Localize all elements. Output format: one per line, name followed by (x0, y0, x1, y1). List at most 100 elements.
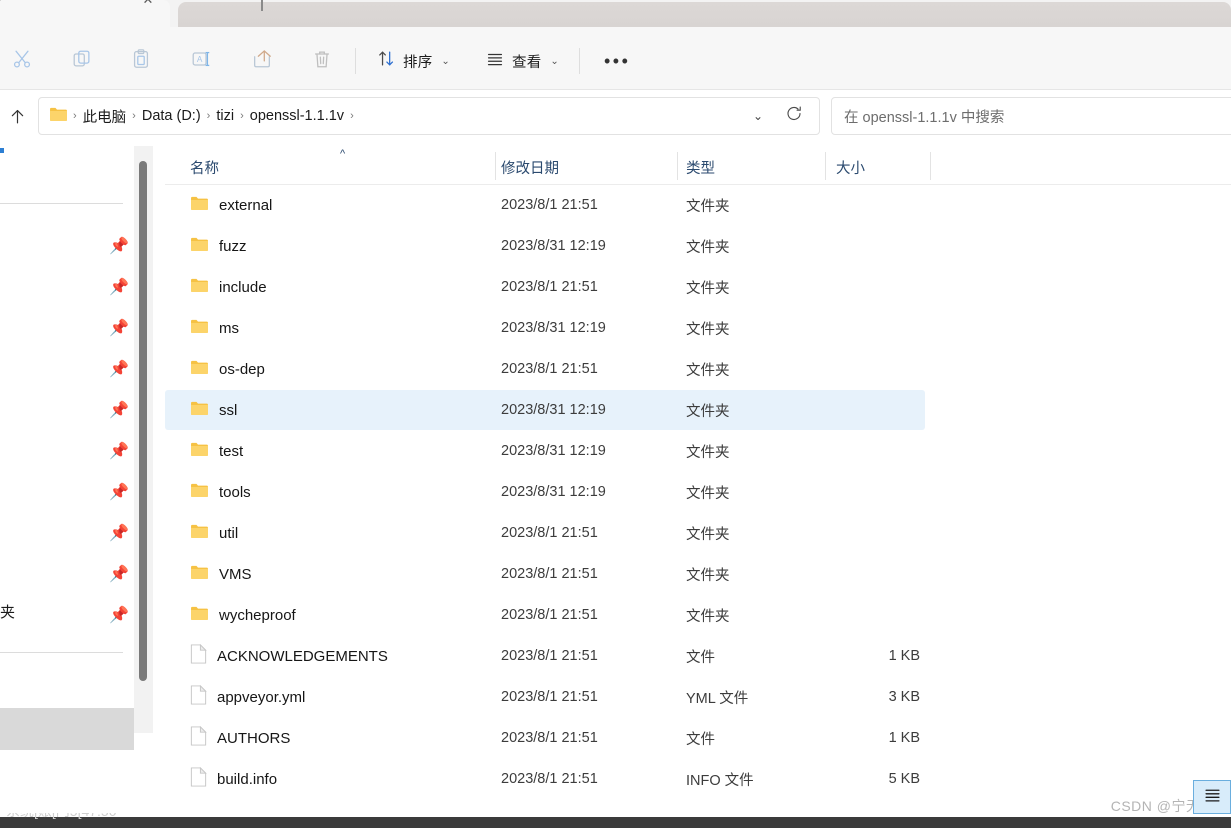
ellipsis-icon: ••• (604, 51, 631, 71)
breadcrumb-item-1[interactable]: Data (D:) (137, 106, 206, 126)
vertical-scrollbar[interactable] (134, 146, 153, 733)
corner-widget[interactable] (1193, 780, 1231, 814)
file-date: 2023/8/1 21:51 (501, 525, 598, 541)
navigation-pane: 📌 📌 📌 📌 📌 📌 📌 📌 📌 📌 夹 (0, 146, 134, 808)
column-header-size[interactable]: 大小 (836, 157, 865, 178)
folder-icon (190, 277, 209, 298)
file-type: 文件夹 (686, 321, 730, 338)
pin-icon[interactable]: 📌 (109, 236, 129, 256)
copy-button[interactable] (64, 45, 100, 77)
pin-icon[interactable]: 📌 (109, 318, 129, 338)
toolbar-divider-1 (355, 48, 356, 74)
file-date: 2023/8/31 12:19 (501, 443, 606, 459)
table-row[interactable]: test 2023/8/31 12:19 文件夹 (165, 431, 925, 471)
file-type: 文件夹 (686, 485, 730, 502)
column-header-type[interactable]: 类型 (686, 157, 715, 178)
file-type: INFO 文件 (686, 772, 754, 789)
chevron-down-icon: ⌄ (441, 55, 450, 67)
more-options-button[interactable]: ••• (597, 45, 637, 77)
folder-icon (190, 564, 209, 585)
folder-icon (190, 236, 209, 257)
pin-icon[interactable]: 📌 (109, 605, 129, 625)
sort-button[interactable]: 排序 ⌄ (370, 45, 457, 77)
column-header-date[interactable]: 修改日期 (501, 157, 559, 178)
table-row[interactable]: AUTHORS 2023/8/1 21:51 文件 1 KB (165, 718, 925, 758)
tab-item-1[interactable] (178, 0, 1231, 27)
tab-item-0[interactable]: v ✕ (0, 0, 170, 27)
table-row[interactable]: ACKNOWLEDGEMENTS 2023/8/1 21:51 文件 1 KB (165, 636, 925, 676)
table-row[interactable]: include 2023/8/1 21:51 文件夹 (165, 267, 925, 307)
table-row[interactable]: os-dep 2023/8/1 21:51 文件夹 (165, 349, 925, 389)
column-divider[interactable] (677, 152, 678, 180)
table-row[interactable]: ssl 2023/8/31 12:19 文件夹 (165, 390, 925, 430)
pin-icon[interactable]: 📌 (109, 277, 129, 297)
address-bar[interactable]: › 此电脑 › Data (D:) › tizi › openssl-1.1.1… (38, 97, 820, 135)
cut-button[interactable] (4, 45, 40, 77)
file-type: 文件夹 (686, 526, 730, 543)
column-divider[interactable] (930, 152, 931, 180)
file-name: VMS (219, 565, 252, 583)
file-name-cell: build.info (190, 766, 278, 792)
sort-arrows-icon (377, 49, 396, 73)
table-row[interactable]: wycheproof 2023/8/1 21:51 文件夹 (165, 595, 925, 635)
pin-icon[interactable]: 📌 (109, 564, 129, 584)
file-date: 2023/8/1 21:51 (501, 689, 598, 705)
file-size: 5 KB (888, 771, 920, 787)
pin-icon[interactable]: 📌 (109, 359, 129, 379)
file-type: 文件夹 (686, 280, 730, 297)
pin-icon[interactable]: 📌 (109, 400, 129, 420)
file-date: 2023/8/1 21:51 (501, 279, 598, 295)
scrollbar-thumb[interactable] (139, 161, 147, 681)
refresh-icon[interactable] (785, 105, 803, 128)
search-input[interactable]: 在 openssl-1.1.1v 中搜索 (831, 97, 1231, 135)
pin-icon[interactable]: 📌 (109, 482, 129, 502)
table-row[interactable]: build.info 2023/8/1 21:51 INFO 文件 5 KB (165, 759, 925, 799)
rename-icon: A (190, 48, 212, 75)
file-list-pane: 名称 ^ 修改日期 类型 大小 external 2023/8/1 21:51 … (165, 146, 1231, 808)
breadcrumb-item-0[interactable]: 此电脑 (78, 104, 132, 129)
paste-button[interactable] (123, 45, 159, 77)
column-divider[interactable] (495, 152, 496, 180)
table-row[interactable]: util 2023/8/1 21:51 文件夹 (165, 513, 925, 553)
table-row[interactable]: VMS 2023/8/1 21:51 文件夹 (165, 554, 925, 594)
rename-button[interactable]: A (183, 45, 219, 77)
pin-icon[interactable]: 📌 (109, 523, 129, 543)
file-name: ACKNOWLEDGEMENTS (217, 647, 388, 665)
close-icon[interactable]: ✕ (140, 0, 156, 8)
file-type: 文件夹 (686, 198, 730, 215)
column-divider[interactable] (825, 152, 826, 180)
file-name: AUTHORS (217, 729, 291, 747)
file-size: 1 KB (888, 648, 920, 664)
file-name: build.info (217, 770, 278, 788)
file-name: ssl (219, 401, 238, 419)
file-name: ms (219, 319, 239, 337)
file-date: 2023/8/31 12:19 (501, 320, 606, 336)
table-row[interactable]: fuzz 2023/8/31 12:19 文件夹 (165, 226, 925, 266)
breadcrumb-item-2[interactable]: tizi (211, 106, 239, 126)
file-date: 2023/8/1 21:51 (501, 771, 598, 787)
file-name-cell: external (190, 195, 272, 216)
folder-icon (190, 482, 209, 503)
column-header-name[interactable]: 名称 (190, 157, 219, 178)
file-name: tools (219, 483, 251, 501)
file-date: 2023/8/1 21:51 (501, 197, 598, 213)
pin-icon[interactable]: 📌 (109, 441, 129, 461)
nav-item-partial-label[interactable]: 夹 (0, 601, 15, 622)
table-row[interactable]: appveyor.yml 2023/8/1 21:51 YML 文件 3 KB (165, 677, 925, 717)
table-row[interactable]: tools 2023/8/31 12:19 文件夹 (165, 472, 925, 512)
file-type: YML 文件 (686, 690, 749, 707)
clipboard-icon (130, 48, 152, 75)
view-button[interactable]: 查看 ⌄ (478, 45, 566, 77)
table-row[interactable]: external 2023/8/1 21:51 文件夹 (165, 185, 925, 225)
history-chevron-down-icon[interactable]: ⌄ (753, 109, 763, 123)
up-button[interactable] (2, 104, 32, 134)
file-name-cell: test (190, 441, 243, 462)
file-type: 文件夹 (686, 444, 730, 461)
table-row[interactable]: ms 2023/8/31 12:19 文件夹 (165, 308, 925, 348)
svg-text:A: A (197, 55, 203, 64)
breadcrumb-item-3[interactable]: openssl-1.1.1v (245, 106, 349, 126)
share-button[interactable] (244, 45, 280, 77)
taskbar[interactable]: 系统[账[门5[47:50 (0, 813, 1231, 828)
delete-button[interactable] (304, 45, 340, 77)
folder-icon (49, 106, 68, 127)
